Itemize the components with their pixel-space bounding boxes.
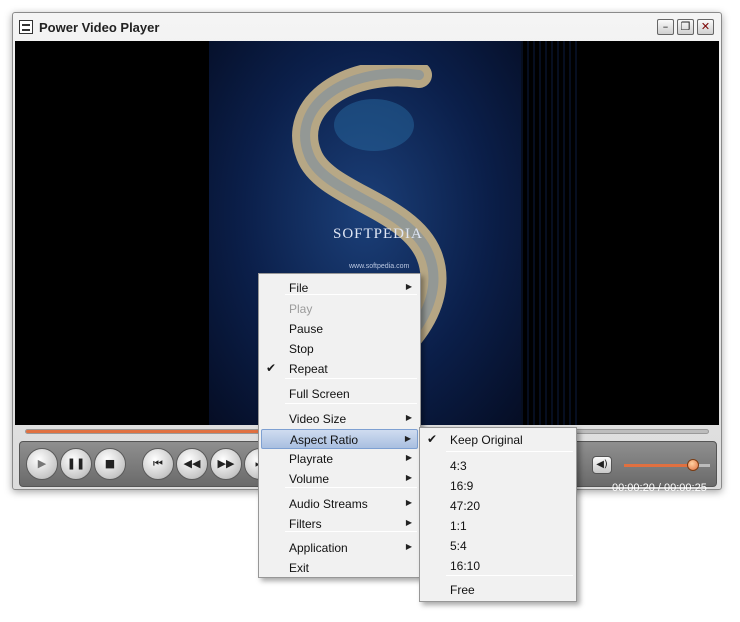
aspect-option-1-1[interactable]: 1:1 bbox=[422, 516, 574, 536]
minimize-button[interactable]: – bbox=[657, 19, 674, 35]
menu-item-label: File bbox=[289, 281, 309, 295]
aspect-option-free[interactable]: Free bbox=[422, 580, 574, 600]
aspect-option-5-4[interactable]: 5:4 bbox=[422, 536, 574, 556]
aspect-option-label: 47:20 bbox=[450, 499, 481, 513]
context-menu: File ▶ Play Pause Stop Repeat ✔ Full Screen Vide… bbox=[258, 273, 421, 578]
submenu-arrow-icon: ▶ bbox=[405, 413, 412, 422]
aspect-option-label: Free bbox=[450, 583, 475, 597]
menu-item-volume[interactable]: Volume ▶ bbox=[261, 469, 418, 489]
submenu-arrow-icon: ▶ bbox=[405, 542, 412, 551]
title-bar[interactable]: Power Video Player – ❐ ✕ bbox=[13, 13, 721, 41]
menu-item-label: Playrate bbox=[289, 452, 334, 466]
menu-separator bbox=[285, 487, 417, 488]
submenu-arrow-icon: ▶ bbox=[405, 453, 412, 462]
menu-item-label: Stop bbox=[289, 342, 314, 356]
film-icon bbox=[19, 20, 33, 34]
menu-item-stop[interactable]: Stop bbox=[261, 339, 418, 359]
menu-item-label: Video Size bbox=[289, 412, 347, 426]
watermark-url: www.softpedia.com bbox=[349, 263, 410, 270]
menu-item-label: Repeat bbox=[289, 362, 328, 376]
menu-item-label: Full Screen bbox=[289, 387, 350, 401]
aspect-option-47-20[interactable]: 47:20 bbox=[422, 496, 574, 516]
submenu-arrow-icon: ▶ bbox=[404, 434, 411, 443]
aspect-option-16-10[interactable]: 16:10 bbox=[422, 556, 574, 576]
menu-separator bbox=[285, 294, 417, 295]
pause-button[interactable]: ❚❚ bbox=[60, 448, 92, 480]
submenu-arrow-icon: ▶ bbox=[405, 518, 412, 527]
aspect-option-16-9[interactable]: 16:9 bbox=[422, 476, 574, 496]
menu-item-exit[interactable]: Exit bbox=[261, 558, 418, 578]
volume-icon[interactable]: ◀) bbox=[592, 456, 612, 474]
menu-item-playrate[interactable]: Playrate ▶ bbox=[261, 449, 418, 469]
aspect-option-label: 5:4 bbox=[450, 539, 467, 553]
video-noise bbox=[521, 41, 581, 425]
menu-item-full-screen[interactable]: Full Screen bbox=[261, 384, 418, 404]
menu-item-pause[interactable]: Pause bbox=[261, 319, 418, 339]
stop-button[interactable]: ■ bbox=[94, 448, 126, 480]
submenu-arrow-icon: ▶ bbox=[405, 498, 412, 507]
menu-separator bbox=[285, 403, 417, 404]
close-button[interactable]: ✕ bbox=[697, 19, 714, 35]
checkmark-icon: ✔ bbox=[266, 361, 277, 375]
menu-separator bbox=[285, 531, 417, 532]
aspect-option-label: 1:1 bbox=[450, 519, 467, 533]
menu-separator bbox=[285, 378, 417, 379]
forward-button[interactable]: ▶▶ bbox=[210, 448, 242, 480]
aspect-option-label: 16:10 bbox=[450, 559, 481, 573]
checkmark-icon: ✔ bbox=[427, 432, 438, 446]
menu-item-label: Volume bbox=[289, 472, 330, 486]
menu-separator bbox=[446, 451, 573, 452]
time-display: 00:00:20 / 00:00:25 bbox=[612, 482, 707, 494]
volume-knob[interactable] bbox=[686, 459, 699, 471]
menu-item-play[interactable]: Play bbox=[261, 299, 418, 319]
window-title: Power Video Player bbox=[39, 20, 160, 35]
aspect-option-keep-original[interactable]: Keep Original ✔ bbox=[422, 430, 574, 450]
menu-item-repeat[interactable]: Repeat ✔ bbox=[261, 359, 418, 379]
aspect-option-4-3[interactable]: 4:3 bbox=[422, 456, 574, 476]
previous-button[interactable]: ⏮ bbox=[142, 448, 174, 480]
menu-item-label: Pause bbox=[289, 322, 324, 336]
menu-item-application[interactable]: Application ▶ bbox=[261, 538, 418, 558]
volume-fill bbox=[624, 464, 693, 467]
submenu-arrow-icon: ▶ bbox=[405, 282, 412, 291]
menu-item-aspect-ratio[interactable]: Aspect Ratio ▶ bbox=[261, 429, 418, 449]
menu-item-label: Aspect Ratio bbox=[290, 433, 359, 447]
rewind-button[interactable]: ◀◀ bbox=[176, 448, 208, 480]
menu-item-video-size[interactable]: Video Size ▶ bbox=[261, 409, 418, 429]
watermark-text: SOFTPEDIA bbox=[333, 226, 423, 242]
menu-item-file[interactable]: File ▶ bbox=[261, 278, 418, 298]
aspect-option-label: 16:9 bbox=[450, 479, 474, 493]
menu-item-label: Application bbox=[289, 541, 348, 555]
menu-separator bbox=[446, 575, 573, 576]
submenu-arrow-icon: ▶ bbox=[405, 473, 412, 482]
menu-item-label: Filters bbox=[289, 517, 322, 531]
aspect-option-label: Keep Original bbox=[450, 433, 523, 447]
aspect-ratio-submenu: Keep Original ✔ 4:3 16:9 47:20 1:1 5:4 16:10 Fre… bbox=[419, 427, 577, 602]
menu-item-label: Play bbox=[289, 302, 313, 316]
maximize-button[interactable]: ❐ bbox=[677, 19, 694, 35]
volume-slider[interactable] bbox=[624, 459, 710, 471]
menu-item-audio-streams[interactable]: Audio Streams ▶ bbox=[261, 494, 418, 514]
aspect-option-label: 4:3 bbox=[450, 459, 467, 473]
menu-item-label: Exit bbox=[289, 561, 310, 575]
play-button[interactable]: ▶ bbox=[26, 448, 58, 480]
menu-item-label: Audio Streams bbox=[289, 497, 368, 511]
